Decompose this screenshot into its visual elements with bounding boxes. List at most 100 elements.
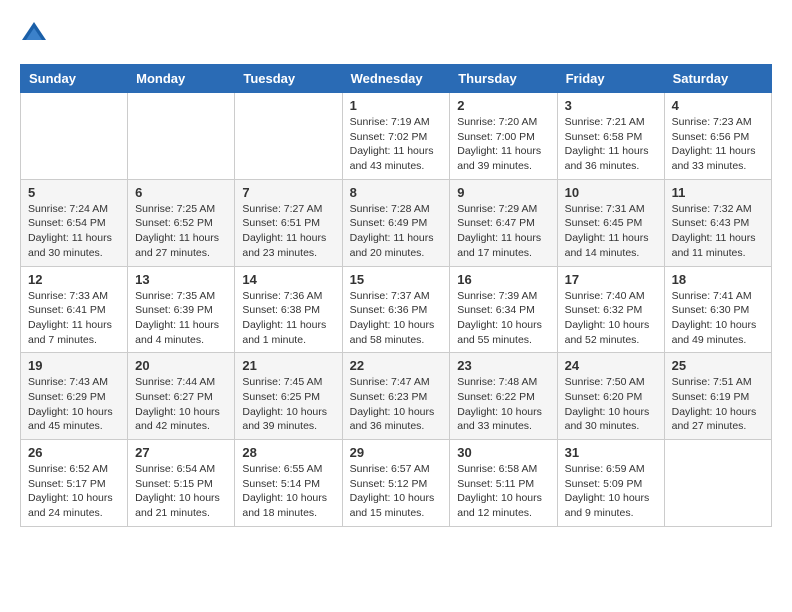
day-info: Sunrise: 6:54 AM Sunset: 5:15 PM Dayligh… (135, 462, 227, 521)
day-info: Sunrise: 7:31 AM Sunset: 6:45 PM Dayligh… (565, 202, 657, 261)
calendar-week-row: 12 Sunrise: 7:33 AM Sunset: 6:41 PM Dayli… (21, 266, 772, 353)
day-number: 3 (565, 98, 657, 113)
logo (20, 20, 52, 48)
calendar-cell (128, 93, 235, 180)
day-info: Sunrise: 6:58 AM Sunset: 5:11 PM Dayligh… (457, 462, 549, 521)
day-info: Sunrise: 7:28 AM Sunset: 6:49 PM Dayligh… (350, 202, 443, 261)
day-number: 8 (350, 185, 443, 200)
day-number: 13 (135, 272, 227, 287)
calendar-table: SundayMondayTuesdayWednesdayThursdayFrid… (20, 64, 772, 527)
day-info: Sunrise: 7:25 AM Sunset: 6:52 PM Dayligh… (135, 202, 227, 261)
day-number: 29 (350, 445, 443, 460)
calendar-cell: 24 Sunrise: 7:50 AM Sunset: 6:20 PM Dayli… (557, 353, 664, 440)
day-info: Sunrise: 7:21 AM Sunset: 6:58 PM Dayligh… (565, 115, 657, 174)
day-number: 26 (28, 445, 120, 460)
calendar-cell (235, 93, 342, 180)
calendar-cell (664, 440, 771, 527)
day-info: Sunrise: 7:23 AM Sunset: 6:56 PM Dayligh… (672, 115, 764, 174)
day-number: 9 (457, 185, 549, 200)
day-info: Sunrise: 7:36 AM Sunset: 6:38 PM Dayligh… (242, 289, 334, 348)
calendar-cell: 23 Sunrise: 7:48 AM Sunset: 6:22 PM Dayli… (450, 353, 557, 440)
day-number: 2 (457, 98, 549, 113)
day-number: 25 (672, 358, 764, 373)
calendar-cell: 13Sunrise: 7:35 AM Sunset: 6:39 PM Dayli… (128, 266, 235, 353)
day-info: Sunrise: 7:32 AM Sunset: 6:43 PM Dayligh… (672, 202, 764, 261)
day-number: 6 (135, 185, 227, 200)
day-number: 14 (242, 272, 334, 287)
calendar-cell: 19Sunrise: 7:43 AM Sunset: 6:29 PM Dayli… (21, 353, 128, 440)
calendar-cell: 7Sunrise: 7:27 AM Sunset: 6:51 PM Daylig… (235, 179, 342, 266)
calendar-cell: 15 Sunrise: 7:37 AM Sunset: 6:36 PM Dayli… (342, 266, 450, 353)
day-number: 30 (457, 445, 549, 460)
calendar-day-header: Tuesday (235, 65, 342, 93)
day-number: 31 (565, 445, 657, 460)
calendar-cell: 26 Sunrise: 6:52 AM Sunset: 5:17 PM Dayli… (21, 440, 128, 527)
day-number: 18 (672, 272, 764, 287)
day-info: Sunrise: 7:40 AM Sunset: 6:32 PM Dayligh… (565, 289, 657, 348)
day-info: Sunrise: 7:41 AM Sunset: 6:30 PM Dayligh… (672, 289, 764, 348)
calendar-cell: 31Sunrise: 6:59 AM Sunset: 5:09 PM Dayli… (557, 440, 664, 527)
day-number: 17 (565, 272, 657, 287)
calendar-week-row: 5 Sunrise: 7:24 AM Sunset: 6:54 PM Daylig… (21, 179, 772, 266)
day-info: Sunrise: 6:57 AM Sunset: 5:12 PM Dayligh… (350, 462, 443, 521)
calendar-day-header: Wednesday (342, 65, 450, 93)
day-info: Sunrise: 7:45 AM Sunset: 6:25 PM Dayligh… (242, 375, 334, 434)
calendar-week-row: 1 Sunrise: 7:19 AM Sunset: 7:02 PM Daylig… (21, 93, 772, 180)
day-number: 20 (135, 358, 227, 373)
day-info: Sunrise: 7:24 AM Sunset: 6:54 PM Dayligh… (28, 202, 120, 261)
day-number: 28 (242, 445, 334, 460)
calendar-day-header: Thursday (450, 65, 557, 93)
calendar-cell: 6 Sunrise: 7:25 AM Sunset: 6:52 PM Daylig… (128, 179, 235, 266)
day-info: Sunrise: 7:29 AM Sunset: 6:47 PM Dayligh… (457, 202, 549, 261)
day-info: Sunrise: 6:55 AM Sunset: 5:14 PM Dayligh… (242, 462, 334, 521)
day-number: 10 (565, 185, 657, 200)
day-info: Sunrise: 7:48 AM Sunset: 6:22 PM Dayligh… (457, 375, 549, 434)
calendar-day-header: Sunday (21, 65, 128, 93)
day-number: 16 (457, 272, 549, 287)
day-number: 15 (350, 272, 443, 287)
day-info: Sunrise: 7:20 AM Sunset: 7:00 PM Dayligh… (457, 115, 549, 174)
calendar-week-row: 26 Sunrise: 6:52 AM Sunset: 5:17 PM Dayli… (21, 440, 772, 527)
day-info: Sunrise: 7:37 AM Sunset: 6:36 PM Dayligh… (350, 289, 443, 348)
day-number: 12 (28, 272, 120, 287)
day-info: Sunrise: 6:52 AM Sunset: 5:17 PM Dayligh… (28, 462, 120, 521)
calendar-cell: 18 Sunrise: 7:41 AM Sunset: 6:30 PM Dayli… (664, 266, 771, 353)
day-info: Sunrise: 7:19 AM Sunset: 7:02 PM Dayligh… (350, 115, 443, 174)
day-info: Sunrise: 7:39 AM Sunset: 6:34 PM Dayligh… (457, 289, 549, 348)
calendar-cell: 22Sunrise: 7:47 AM Sunset: 6:23 PM Dayli… (342, 353, 450, 440)
calendar-cell: 4 Sunrise: 7:23 AM Sunset: 6:56 PM Daylig… (664, 93, 771, 180)
calendar-cell: 20Sunrise: 7:44 AM Sunset: 6:27 PM Dayli… (128, 353, 235, 440)
calendar-cell: 28 Sunrise: 6:55 AM Sunset: 5:14 PM Dayli… (235, 440, 342, 527)
calendar-cell (21, 93, 128, 180)
calendar-cell: 30 Sunrise: 6:58 AM Sunset: 5:11 PM Dayli… (450, 440, 557, 527)
calendar-cell: 9 Sunrise: 7:29 AM Sunset: 6:47 PM Daylig… (450, 179, 557, 266)
calendar-cell: 8 Sunrise: 7:28 AM Sunset: 6:49 PM Daylig… (342, 179, 450, 266)
calendar-day-header: Friday (557, 65, 664, 93)
calendar-week-row: 19Sunrise: 7:43 AM Sunset: 6:29 PM Dayli… (21, 353, 772, 440)
calendar-cell: 21 Sunrise: 7:45 AM Sunset: 6:25 PM Dayli… (235, 353, 342, 440)
calendar-cell: 5 Sunrise: 7:24 AM Sunset: 6:54 PM Daylig… (21, 179, 128, 266)
day-number: 11 (672, 185, 764, 200)
day-number: 21 (242, 358, 334, 373)
day-number: 5 (28, 185, 120, 200)
calendar-cell: 17 Sunrise: 7:40 AM Sunset: 6:32 PM Dayli… (557, 266, 664, 353)
day-number: 23 (457, 358, 549, 373)
day-number: 4 (672, 98, 764, 113)
day-number: 22 (350, 358, 443, 373)
calendar-cell: 3 Sunrise: 7:21 AM Sunset: 6:58 PM Daylig… (557, 93, 664, 180)
calendar-cell: 10 Sunrise: 7:31 AM Sunset: 6:45 PM Dayli… (557, 179, 664, 266)
calendar-cell: 11 Sunrise: 7:32 AM Sunset: 6:43 PM Dayli… (664, 179, 771, 266)
day-info: Sunrise: 7:51 AM Sunset: 6:19 PM Dayligh… (672, 375, 764, 434)
day-info: Sunrise: 7:33 AM Sunset: 6:41 PM Dayligh… (28, 289, 120, 348)
page-header (20, 20, 772, 48)
day-number: 7 (242, 185, 334, 200)
calendar-cell: 27Sunrise: 6:54 AM Sunset: 5:15 PM Dayli… (128, 440, 235, 527)
calendar-cell: 14 Sunrise: 7:36 AM Sunset: 6:38 PM Dayli… (235, 266, 342, 353)
calendar-cell: 25 Sunrise: 7:51 AM Sunset: 6:19 PM Dayli… (664, 353, 771, 440)
logo-icon (20, 20, 48, 48)
day-number: 1 (350, 98, 443, 113)
day-info: Sunrise: 7:50 AM Sunset: 6:20 PM Dayligh… (565, 375, 657, 434)
calendar-header-row: SundayMondayTuesdayWednesdayThursdayFrid… (21, 65, 772, 93)
calendar-cell: 1 Sunrise: 7:19 AM Sunset: 7:02 PM Daylig… (342, 93, 450, 180)
day-number: 24 (565, 358, 657, 373)
